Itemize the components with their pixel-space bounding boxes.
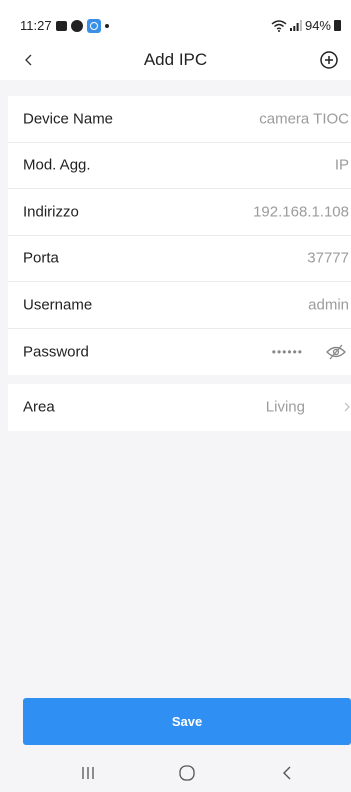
indirizzo-row[interactable]: Indirizzo 192.168.1.108 xyxy=(8,189,351,236)
wifi-icon xyxy=(271,19,287,32)
add-circle-icon[interactable] xyxy=(319,50,339,70)
username-field[interactable]: admin xyxy=(308,296,349,313)
porta-field[interactable]: 37777 xyxy=(307,250,349,267)
signal-icon xyxy=(289,20,302,31)
porta-label: Porta xyxy=(23,249,59,267)
password-label: Password xyxy=(23,343,89,361)
area-value[interactable]: Living xyxy=(266,399,305,416)
password-row[interactable]: Password •••••• xyxy=(8,329,351,376)
recents-icon[interactable] xyxy=(79,764,97,782)
header: Add IPC xyxy=(0,40,351,80)
password-field[interactable]: •••••• xyxy=(272,345,303,359)
area-row[interactable]: Area Living xyxy=(8,384,351,431)
porta-row[interactable]: Porta 37777 xyxy=(8,236,351,282)
device-name-row[interactable]: Device Name camera TIOC xyxy=(8,96,351,143)
status-right: 94% xyxy=(271,18,341,33)
indirizzo-field[interactable]: 192.168.1.108 xyxy=(253,203,349,220)
device-name-field[interactable]: camera TIOC xyxy=(259,110,349,127)
device-form: Device Name camera TIOC Mod. Agg. IP Ind… xyxy=(8,96,351,375)
mod-agg-row[interactable]: Mod. Agg. IP xyxy=(8,143,351,189)
status-bar: 11:27 94% xyxy=(0,0,351,40)
indirizzo-label: Indirizzo xyxy=(23,203,79,221)
circle-notification-icon xyxy=(70,19,83,32)
status-time: 11:27 xyxy=(20,18,52,33)
app-notification-icon xyxy=(86,18,101,33)
status-left: 11:27 xyxy=(20,18,109,33)
gallery-icon xyxy=(55,20,67,31)
system-nav-bar xyxy=(0,752,351,792)
chevron-right-icon xyxy=(344,402,350,412)
username-label: Username xyxy=(23,296,93,314)
area-label: Area xyxy=(23,398,55,416)
username-row[interactable]: Username admin xyxy=(8,282,351,329)
more-notifications-icon xyxy=(104,23,109,28)
eye-hidden-icon[interactable] xyxy=(325,344,347,360)
mod-agg-field[interactable]: IP xyxy=(335,157,349,174)
save-button[interactable]: Save xyxy=(23,698,351,745)
mod-agg-label: Mod. Agg. xyxy=(23,156,91,174)
nav-back-icon[interactable] xyxy=(279,764,297,782)
battery-percent: 94% xyxy=(304,18,331,33)
page-title: Add IPC xyxy=(143,50,208,69)
battery-icon xyxy=(334,20,341,31)
area-section: Area Living xyxy=(8,384,351,431)
home-icon[interactable] xyxy=(178,764,196,782)
device-name-label: Device Name xyxy=(23,110,114,128)
